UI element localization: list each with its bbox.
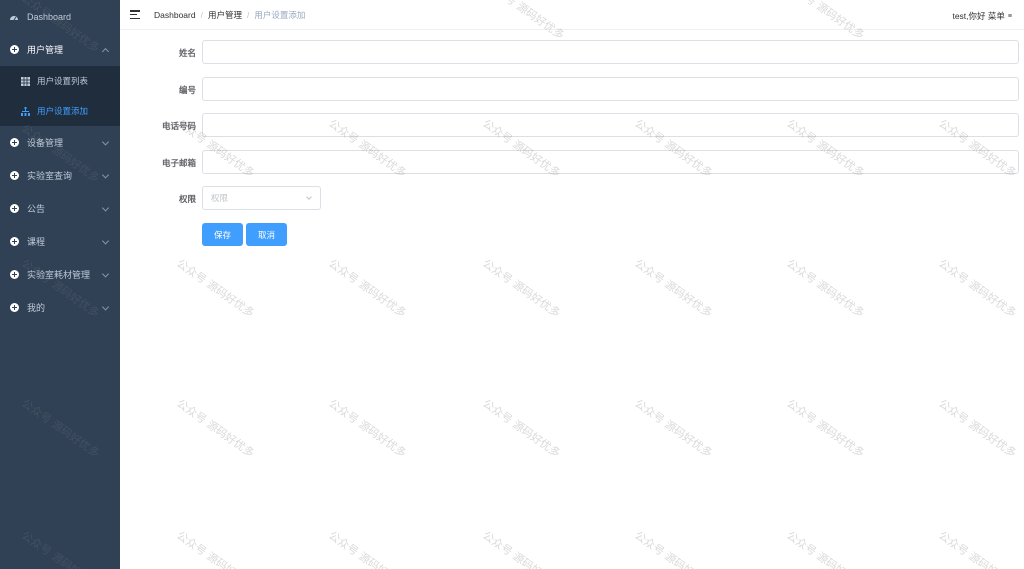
breadcrumb-item-dashboard[interactable]: Dashboard xyxy=(154,10,196,20)
watermark-text: 公众号 源码好优多 xyxy=(174,528,257,569)
watermark-text: 公众号 源码好优多 xyxy=(174,256,257,320)
sidebar-item-label: 实验室耗材管理 xyxy=(27,270,91,280)
sidebar-item-dashboard[interactable]: Dashboard xyxy=(0,0,120,33)
sidebar-item-user-settings-add[interactable]: 用户设置添加 xyxy=(0,96,120,126)
form-row-name: 姓名 xyxy=(120,40,1024,64)
number-label: 编号 xyxy=(178,85,196,95)
phone-input[interactable] xyxy=(202,113,1019,137)
email-label: 电子邮箱 xyxy=(161,158,196,168)
permission-label: 权限 xyxy=(178,194,196,204)
watermark-text: 公众号 源码好优多 xyxy=(326,528,409,569)
watermark-text: 公众号 源码好优多 xyxy=(326,396,409,460)
sidebar-item-label: 设备管理 xyxy=(27,138,64,148)
table-icon xyxy=(20,76,30,86)
breadcrumb-separator: / xyxy=(246,9,250,20)
breadcrumb-separator: / xyxy=(200,9,203,20)
form-row-actions: 保存 取消 xyxy=(120,223,1024,247)
breadcrumb: Dashboard / 用户管理 / 用户设置添加 xyxy=(154,9,305,21)
chevron-down-icon xyxy=(101,203,110,212)
plus-circle-icon xyxy=(9,138,19,148)
number-input[interactable] xyxy=(202,77,1019,101)
watermark-text: 公众号 源码好优多 xyxy=(480,396,563,460)
tree-icon xyxy=(20,106,30,116)
sidebar-item-lab-supplies[interactable]: 实验室耗材管理 xyxy=(0,258,120,291)
watermark-text: 公众号 源码好优多 xyxy=(784,528,867,569)
form-row-phone: 电话号码 xyxy=(120,113,1024,137)
submenu-user-management: 用户设置列表 用户设置添加 xyxy=(0,66,120,126)
plus-circle-icon xyxy=(9,237,19,247)
watermark-text: 公众号 源码好优多 xyxy=(784,396,867,460)
phone-label: 电话号码 xyxy=(161,121,196,131)
sidebar-item-label: 实验室查询 xyxy=(27,171,73,181)
sidebar-item-label: 用户管理 xyxy=(27,45,64,55)
sidebar-item-device-management[interactable]: 设备管理 xyxy=(0,126,120,159)
breadcrumb-item-user-management: 用户管理 xyxy=(207,9,242,20)
watermark-text: 公众号 源码好优多 xyxy=(632,396,715,460)
watermark-text: 公众号 源码好优多 xyxy=(480,528,563,569)
sidebar-item-notice[interactable]: 公告 xyxy=(0,192,120,225)
chevron-down-icon xyxy=(101,170,110,179)
hamburger-icon[interactable] xyxy=(130,10,140,19)
breadcrumb-item-current: 用户设置添加 xyxy=(254,9,306,20)
user-menu[interactable]: test,你好 菜单 ≡ xyxy=(952,10,1012,22)
navbar: Dashboard / 用户管理 / 用户设置添加 test,你好 菜单 ≡ xyxy=(120,0,1024,30)
watermark-text: 公众号 源码好优多 xyxy=(936,256,1019,320)
sidebar-item-user-management[interactable]: 用户管理 xyxy=(0,33,120,66)
sidebar-item-label: 我的 xyxy=(27,303,46,313)
sidebar-item-label: 用户设置列表 xyxy=(37,76,89,86)
form-row-number: 编号 xyxy=(120,77,1024,101)
sidebar-item-lab-query[interactable]: 实验室查询 xyxy=(0,159,120,192)
sidebar-item-label: 课程 xyxy=(27,237,46,247)
plus-circle-icon xyxy=(9,303,19,313)
chevron-up-icon xyxy=(101,47,110,55)
chevron-down-icon xyxy=(306,194,312,200)
sidebar-item-user-settings-list[interactable]: 用户设置列表 xyxy=(0,66,120,96)
sidebar-item-label: Dashboard xyxy=(27,11,72,22)
sidebar-item-label: 用户设置添加 xyxy=(37,106,89,116)
watermark-text: 公众号 源码好优多 xyxy=(784,256,867,320)
name-label: 姓名 xyxy=(178,48,196,58)
user-greeting: test,你好 菜单 xyxy=(952,11,1005,21)
cancel-button[interactable]: 取消 xyxy=(246,223,287,246)
save-button[interactable]: 保存 xyxy=(202,223,243,246)
plus-circle-icon xyxy=(9,171,19,181)
name-input[interactable] xyxy=(202,40,1019,64)
watermark-text: 公众号 源码好优多 xyxy=(936,528,1019,569)
plus-circle-icon xyxy=(9,45,19,55)
plus-circle-icon xyxy=(9,270,19,280)
chevron-down-icon xyxy=(101,236,110,245)
sidebar: Dashboard 用户管理 用户设置列表 用户设置添加 设备管理 实验室查询 xyxy=(0,0,120,569)
watermark-text: 公众号 源码好优多 xyxy=(632,256,715,320)
dashboard-icon xyxy=(9,12,19,22)
permission-placeholder: 权限 xyxy=(211,193,229,203)
plus-circle-icon xyxy=(9,204,19,214)
email-input[interactable] xyxy=(202,150,1019,174)
watermark-text: 公众号 源码好优多 xyxy=(632,528,715,569)
menu-caret-icon: ≡ xyxy=(1007,12,1012,20)
form-row-permission: 权限 权限 xyxy=(120,186,1024,210)
watermark-text: 公众号 源码好优多 xyxy=(326,256,409,320)
watermark-text: 公众号 源码好优多 xyxy=(174,396,257,460)
chevron-down-icon xyxy=(101,302,110,311)
permission-select[interactable]: 权限 xyxy=(202,186,321,210)
sidebar-item-label: 公告 xyxy=(27,204,46,214)
sidebar-item-mine[interactable]: 我的 xyxy=(0,291,120,324)
watermark-text: 公众号 源码好优多 xyxy=(936,396,1019,460)
watermark-text: 公众号 源码好优多 xyxy=(480,256,563,320)
chevron-down-icon xyxy=(101,269,110,278)
chevron-down-icon xyxy=(101,137,110,146)
sidebar-item-course[interactable]: 课程 xyxy=(0,225,120,258)
form-row-email: 电子邮箱 xyxy=(120,150,1024,174)
